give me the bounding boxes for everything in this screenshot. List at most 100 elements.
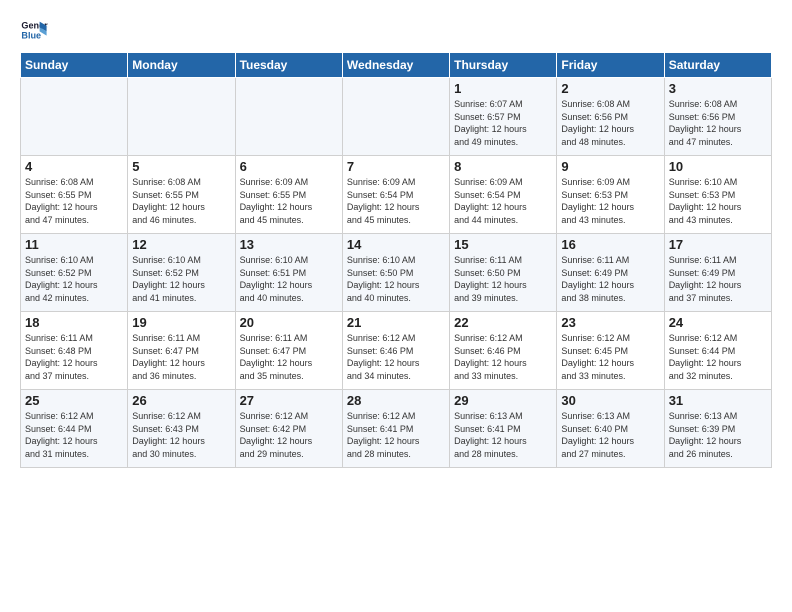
calendar-cell: 30 Sunrise: 6:13 AM Sunset: 6:40 PM Dayli… bbox=[557, 390, 664, 468]
svg-text:Blue: Blue bbox=[21, 30, 41, 40]
day-number: 31 bbox=[669, 393, 767, 408]
day-info: Sunrise: 6:12 AM Sunset: 6:46 PM Dayligh… bbox=[347, 332, 445, 382]
calendar-cell: 22 Sunrise: 6:12 AM Sunset: 6:46 PM Dayli… bbox=[450, 312, 557, 390]
day-info: Sunrise: 6:10 AM Sunset: 6:52 PM Dayligh… bbox=[132, 254, 230, 304]
calendar-cell bbox=[342, 78, 449, 156]
day-info: Sunrise: 6:10 AM Sunset: 6:52 PM Dayligh… bbox=[25, 254, 123, 304]
calendar-cell bbox=[21, 78, 128, 156]
day-number: 8 bbox=[454, 159, 552, 174]
calendar-cell: 9 Sunrise: 6:09 AM Sunset: 6:53 PM Daylig… bbox=[557, 156, 664, 234]
header: General Blue bbox=[20, 16, 772, 44]
calendar-cell: 6Sunrise: 6:09 AM Sunset: 6:55 PM Daylig… bbox=[235, 156, 342, 234]
calendar-cell: 28 Sunrise: 6:12 AM Sunset: 6:41 PM Dayli… bbox=[342, 390, 449, 468]
day-info: Sunrise: 6:12 AM Sunset: 6:41 PM Dayligh… bbox=[347, 410, 445, 460]
day-info: Sunrise: 6:13 AM Sunset: 6:39 PM Dayligh… bbox=[669, 410, 767, 460]
day-number: 21 bbox=[347, 315, 445, 330]
calendar-cell: 14Sunrise: 6:10 AM Sunset: 6:50 PM Dayli… bbox=[342, 234, 449, 312]
day-info: Sunrise: 6:08 AM Sunset: 6:56 PM Dayligh… bbox=[669, 98, 767, 148]
header-cell-tuesday: Tuesday bbox=[235, 53, 342, 78]
day-info: Sunrise: 6:10 AM Sunset: 6:51 PM Dayligh… bbox=[240, 254, 338, 304]
day-number: 16 bbox=[561, 237, 659, 252]
day-info: Sunrise: 6:09 AM Sunset: 6:54 PM Dayligh… bbox=[347, 176, 445, 226]
calendar-cell: 21 Sunrise: 6:12 AM Sunset: 6:46 PM Dayli… bbox=[342, 312, 449, 390]
day-number: 27 bbox=[240, 393, 338, 408]
day-info: Sunrise: 6:13 AM Sunset: 6:40 PM Dayligh… bbox=[561, 410, 659, 460]
day-info: Sunrise: 6:07 AM Sunset: 6:57 PM Dayligh… bbox=[454, 98, 552, 148]
day-info: Sunrise: 6:09 AM Sunset: 6:53 PM Dayligh… bbox=[561, 176, 659, 226]
day-info: Sunrise: 6:12 AM Sunset: 6:44 PM Dayligh… bbox=[669, 332, 767, 382]
calendar-cell: 23 Sunrise: 6:12 AM Sunset: 6:45 PM Dayli… bbox=[557, 312, 664, 390]
day-number: 23 bbox=[561, 315, 659, 330]
day-info: Sunrise: 6:11 AM Sunset: 6:49 PM Dayligh… bbox=[669, 254, 767, 304]
day-info: Sunrise: 6:12 AM Sunset: 6:42 PM Dayligh… bbox=[240, 410, 338, 460]
week-row-5: 25 Sunrise: 6:12 AM Sunset: 6:44 PM Dayli… bbox=[21, 390, 772, 468]
day-info: Sunrise: 6:12 AM Sunset: 6:45 PM Dayligh… bbox=[561, 332, 659, 382]
calendar-cell: 5Sunrise: 6:08 AM Sunset: 6:55 PM Daylig… bbox=[128, 156, 235, 234]
calendar-cell: 4 Sunrise: 6:08 AM Sunset: 6:55 PM Daylig… bbox=[21, 156, 128, 234]
day-info: Sunrise: 6:09 AM Sunset: 6:55 PM Dayligh… bbox=[240, 176, 338, 226]
day-number: 13 bbox=[240, 237, 338, 252]
calendar-cell: 16 Sunrise: 6:11 AM Sunset: 6:49 PM Dayli… bbox=[557, 234, 664, 312]
header-cell-saturday: Saturday bbox=[664, 53, 771, 78]
logo-icon: General Blue bbox=[20, 16, 48, 44]
header-cell-wednesday: Wednesday bbox=[342, 53, 449, 78]
day-number: 5 bbox=[132, 159, 230, 174]
day-info: Sunrise: 6:11 AM Sunset: 6:47 PM Dayligh… bbox=[240, 332, 338, 382]
week-row-4: 18Sunrise: 6:11 AM Sunset: 6:48 PM Dayli… bbox=[21, 312, 772, 390]
day-number: 28 bbox=[347, 393, 445, 408]
day-info: Sunrise: 6:12 AM Sunset: 6:44 PM Dayligh… bbox=[25, 410, 123, 460]
day-number: 20 bbox=[240, 315, 338, 330]
day-number: 9 bbox=[561, 159, 659, 174]
day-info: Sunrise: 6:11 AM Sunset: 6:50 PM Dayligh… bbox=[454, 254, 552, 304]
calendar-cell bbox=[128, 78, 235, 156]
calendar-table: SundayMondayTuesdayWednesdayThursdayFrid… bbox=[20, 52, 772, 468]
calendar-cell: 2 Sunrise: 6:08 AM Sunset: 6:56 PM Daylig… bbox=[557, 78, 664, 156]
logo: General Blue bbox=[20, 16, 52, 44]
day-number: 4 bbox=[25, 159, 123, 174]
calendar-cell: 24Sunrise: 6:12 AM Sunset: 6:44 PM Dayli… bbox=[664, 312, 771, 390]
day-number: 22 bbox=[454, 315, 552, 330]
day-info: Sunrise: 6:13 AM Sunset: 6:41 PM Dayligh… bbox=[454, 410, 552, 460]
calendar-cell: 10 Sunrise: 6:10 AM Sunset: 6:53 PM Dayli… bbox=[664, 156, 771, 234]
day-number: 3 bbox=[669, 81, 767, 96]
day-info: Sunrise: 6:11 AM Sunset: 6:47 PM Dayligh… bbox=[132, 332, 230, 382]
calendar-cell: 13 Sunrise: 6:10 AM Sunset: 6:51 PM Dayli… bbox=[235, 234, 342, 312]
day-info: Sunrise: 6:08 AM Sunset: 6:56 PM Dayligh… bbox=[561, 98, 659, 148]
calendar-cell: 27 Sunrise: 6:12 AM Sunset: 6:42 PM Dayli… bbox=[235, 390, 342, 468]
calendar-cell: 12Sunrise: 6:10 AM Sunset: 6:52 PM Dayli… bbox=[128, 234, 235, 312]
day-info: Sunrise: 6:10 AM Sunset: 6:53 PM Dayligh… bbox=[669, 176, 767, 226]
day-number: 17 bbox=[669, 237, 767, 252]
calendar-cell: 18Sunrise: 6:11 AM Sunset: 6:48 PM Dayli… bbox=[21, 312, 128, 390]
day-number: 14 bbox=[347, 237, 445, 252]
calendar-cell: 3 Sunrise: 6:08 AM Sunset: 6:56 PM Daylig… bbox=[664, 78, 771, 156]
calendar-cell: 15 Sunrise: 6:11 AM Sunset: 6:50 PM Dayli… bbox=[450, 234, 557, 312]
day-info: Sunrise: 6:12 AM Sunset: 6:43 PM Dayligh… bbox=[132, 410, 230, 460]
day-info: Sunrise: 6:09 AM Sunset: 6:54 PM Dayligh… bbox=[454, 176, 552, 226]
week-row-2: 4 Sunrise: 6:08 AM Sunset: 6:55 PM Daylig… bbox=[21, 156, 772, 234]
day-number: 29 bbox=[454, 393, 552, 408]
day-number: 30 bbox=[561, 393, 659, 408]
day-number: 10 bbox=[669, 159, 767, 174]
day-info: Sunrise: 6:08 AM Sunset: 6:55 PM Dayligh… bbox=[25, 176, 123, 226]
calendar-cell: 29 Sunrise: 6:13 AM Sunset: 6:41 PM Dayli… bbox=[450, 390, 557, 468]
day-number: 19 bbox=[132, 315, 230, 330]
week-row-3: 11Sunrise: 6:10 AM Sunset: 6:52 PM Dayli… bbox=[21, 234, 772, 312]
calendar-cell bbox=[235, 78, 342, 156]
day-number: 2 bbox=[561, 81, 659, 96]
calendar-cell: 20 Sunrise: 6:11 AM Sunset: 6:47 PM Dayli… bbox=[235, 312, 342, 390]
calendar-cell: 7Sunrise: 6:09 AM Sunset: 6:54 PM Daylig… bbox=[342, 156, 449, 234]
calendar-cell: 8 Sunrise: 6:09 AM Sunset: 6:54 PM Daylig… bbox=[450, 156, 557, 234]
calendar-cell: 31 Sunrise: 6:13 AM Sunset: 6:39 PM Dayli… bbox=[664, 390, 771, 468]
calendar-cell: 17 Sunrise: 6:11 AM Sunset: 6:49 PM Dayli… bbox=[664, 234, 771, 312]
day-info: Sunrise: 6:11 AM Sunset: 6:49 PM Dayligh… bbox=[561, 254, 659, 304]
header-row: SundayMondayTuesdayWednesdayThursdayFrid… bbox=[21, 53, 772, 78]
day-info: Sunrise: 6:11 AM Sunset: 6:48 PM Dayligh… bbox=[25, 332, 123, 382]
day-number: 15 bbox=[454, 237, 552, 252]
day-info: Sunrise: 6:12 AM Sunset: 6:46 PM Dayligh… bbox=[454, 332, 552, 382]
calendar-cell: 25 Sunrise: 6:12 AM Sunset: 6:44 PM Dayli… bbox=[21, 390, 128, 468]
day-number: 25 bbox=[25, 393, 123, 408]
calendar-cell: 1 Sunrise: 6:07 AM Sunset: 6:57 PM Daylig… bbox=[450, 78, 557, 156]
calendar-header: SundayMondayTuesdayWednesdayThursdayFrid… bbox=[21, 53, 772, 78]
week-row-1: 1 Sunrise: 6:07 AM Sunset: 6:57 PM Daylig… bbox=[21, 78, 772, 156]
day-number: 1 bbox=[454, 81, 552, 96]
